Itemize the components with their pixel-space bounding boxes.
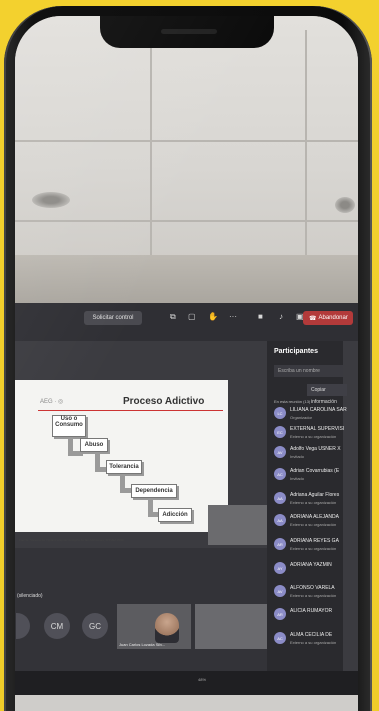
presenter-video-tile	[208, 505, 268, 545]
participant-role: Externo a su organización	[290, 593, 337, 598]
chat-icon[interactable]: ▢	[188, 312, 196, 321]
participant-role: Invitado	[290, 454, 305, 459]
participant-name: LILIANA CAROLINA SAR	[290, 407, 347, 413]
participant-item[interactable]: AC ALMA CECILIA DE Externo a su organiza…	[274, 630, 346, 648]
avatar: AA	[274, 514, 286, 526]
stage-box: Uso o Consumo	[52, 415, 86, 437]
participant-name: Adriana Aguilar Flores	[290, 492, 340, 498]
participant-name: ALFONSO VARELA	[290, 585, 335, 591]
participant-role: Externo a su organización	[290, 522, 337, 527]
avatar: AV	[274, 446, 286, 458]
share-icon[interactable]: ⧉	[170, 312, 176, 322]
avatar: AV	[274, 585, 286, 597]
ceiling-grid-line	[305, 30, 307, 265]
participant-name: Adolfo Vega USNER X	[290, 446, 341, 452]
participant-video-tile[interactable]	[195, 604, 267, 649]
avatar: AA	[274, 492, 286, 504]
participant-item[interactable]: AR ADRIANA REYES GA Externo a su organiz…	[274, 536, 346, 554]
participant-name: ADRIANA YAZMIN	[290, 562, 332, 568]
participant-role: Externo a su organización	[290, 640, 337, 645]
stage-box: Abuso	[80, 438, 108, 452]
participant-item[interactable]: AY ADRIANA YAZMIN	[274, 560, 346, 578]
video-tile-caption: Juan Carlos Lozada Silv...	[119, 642, 166, 647]
stage-box: Tolerancia	[106, 460, 142, 474]
avatar: AC	[274, 632, 286, 644]
leave-button[interactable]: ☎ Abandonar	[303, 311, 353, 325]
avatar: AY	[274, 562, 286, 574]
avatar: AC	[274, 468, 286, 480]
participant-role: Externo a su organización	[290, 434, 337, 439]
participant-role: Invitado	[290, 476, 305, 481]
slide-divider	[38, 410, 223, 411]
participant-name: ALICIA RUMAYOR	[290, 608, 333, 614]
participant-search-input[interactable]: Escriba un nombre	[274, 365, 343, 377]
slide-logos: AEG · ◎	[40, 399, 64, 405]
participant-name: ADRIANA REYES GA	[290, 538, 339, 544]
leave-label: Abandonar	[318, 315, 348, 321]
copy-info-button[interactable]: Copiar información	[307, 384, 347, 405]
more-options-icon[interactable]: ···	[229, 312, 237, 321]
camera-icon[interactable]: ■	[258, 312, 263, 321]
stage-box: Dependencia	[131, 484, 177, 498]
wall	[15, 255, 358, 305]
reactions-icon[interactable]: ✋	[208, 312, 218, 321]
ceiling-light-icon	[335, 197, 355, 213]
avatar: AR	[274, 608, 286, 620]
speaker-grille	[161, 29, 217, 34]
participant-role: Externo a su organización	[290, 546, 337, 551]
participant-name: Adrian Covarrubias (E	[290, 468, 340, 474]
participant-item[interactable]: AA Adriana Aguilar Flores Externo a su o…	[274, 490, 346, 508]
participant-name: ALMA CECILIA DE	[290, 632, 333, 638]
participant-item[interactable]: AR ALICIA RUMAYOR	[274, 606, 346, 624]
avatar[interactable]: CM	[44, 613, 70, 639]
participant-name: ADRIANA ALEJANDA	[290, 514, 339, 520]
stage-box: Adicción	[158, 508, 192, 522]
avatar: EC	[274, 426, 286, 438]
participant-item[interactable]: EC EXTERNAL SUPERVISI Externo a su organ…	[274, 424, 346, 442]
panel-title: Participantes	[274, 348, 318, 355]
participant-name: EXTERNAL SUPERVISI	[290, 426, 345, 432]
slide-footer: Fuente: Sistema de Vigilancia Epidemioló…	[19, 538, 124, 542]
participant-role: Organizador	[290, 415, 313, 420]
participant-item[interactable]: AV ALFONSO VARELA Externo a su organizac…	[274, 583, 346, 601]
participant-video-person	[155, 613, 179, 643]
participant-item[interactable]: AA ADRIANA ALEJANDA Externo a su organiz…	[274, 512, 346, 530]
participant-item[interactable]: AC Adrian Covarrubias (E Invitado	[274, 466, 346, 484]
participant-item[interactable]: AV Adolfo Vega USNER X Invitado	[274, 444, 346, 462]
request-control-button[interactable]: Solicitar control	[84, 311, 142, 325]
avatar: AR	[274, 538, 286, 550]
muted-label: (silenciado)	[17, 593, 43, 599]
phone-icon: ☎	[309, 315, 317, 322]
participant-item[interactable]: LC LILIANA CAROLINA SAR Organizador	[274, 405, 347, 423]
slide-title: Proceso Adictivo	[123, 396, 205, 407]
bottom-label: 48%	[198, 677, 207, 682]
avatar[interactable]: GC	[82, 613, 108, 639]
ceiling-grid-line	[150, 30, 152, 265]
participants-section-label: En esta reunión (13)	[274, 399, 311, 404]
bottom-bar	[15, 671, 358, 695]
mic-icon[interactable]: ♪	[279, 312, 283, 321]
avatar: LC	[274, 407, 286, 419]
ceiling-light-icon	[32, 192, 70, 208]
participant-role: Externo a su organización	[290, 500, 337, 505]
